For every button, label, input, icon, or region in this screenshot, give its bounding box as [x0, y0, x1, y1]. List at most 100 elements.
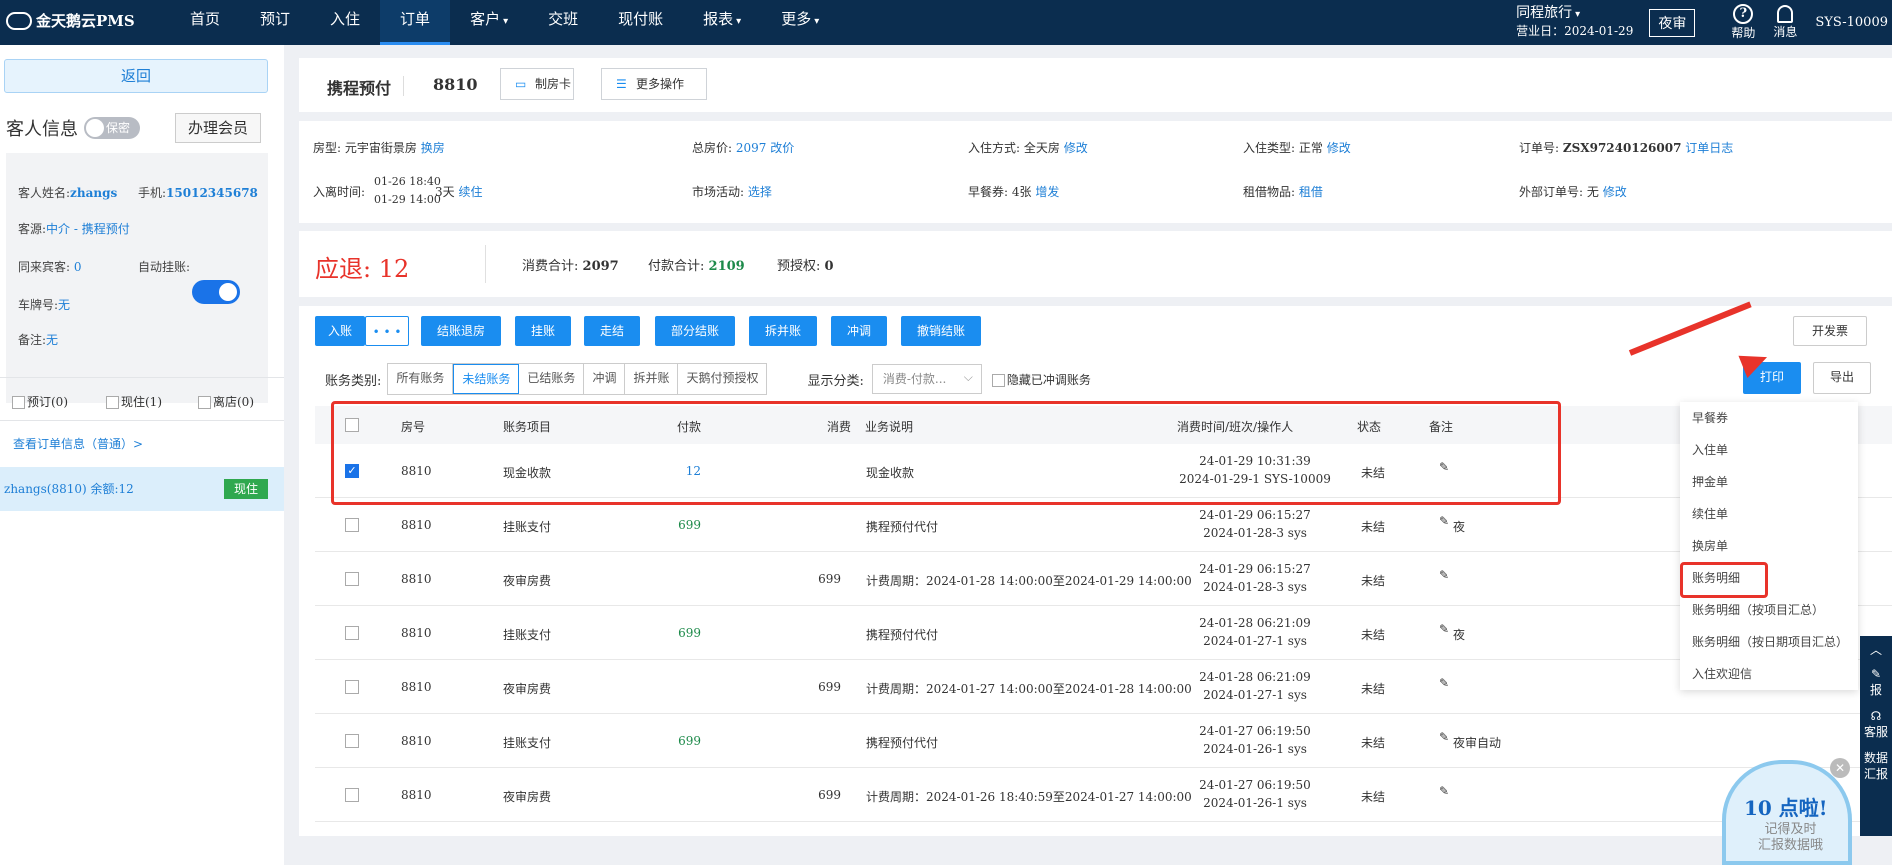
nav-reservation[interactable]: 预订: [240, 0, 310, 45]
invoice-button[interactable]: 开发票: [1793, 316, 1867, 346]
nav-home[interactable]: 首页: [170, 0, 240, 45]
filter-checked-out[interactable]: 离店(0): [198, 393, 254, 410]
close-icon[interactable]: ✕: [1830, 758, 1850, 778]
print-menu-room-change[interactable]: 换房单: [1680, 530, 1858, 562]
guest-name[interactable]: zhangs: [70, 186, 117, 200]
row-checkbox[interactable]: [345, 734, 359, 748]
edit-icon[interactable]: ✎: [1439, 568, 1449, 582]
nav-orders[interactable]: 订单: [380, 0, 451, 45]
auto-charge-toggle[interactable]: [192, 280, 240, 304]
table-row[interactable]: 8810 挂账支付 699 携程预付代付 24-01-27 06:19:50 2024-0…: [315, 714, 1892, 768]
edit-icon[interactable]: ✎: [1439, 514, 1449, 528]
change-room-link[interactable]: 换房: [421, 141, 445, 155]
help-button[interactable]: ? 帮助: [1731, 4, 1755, 41]
category-settled[interactable]: 已结账务: [519, 364, 585, 394]
category-split[interactable]: 拆并账: [625, 364, 679, 394]
guest-room-row[interactable]: zhangs(8810) 余额:12 现住: [0, 467, 284, 511]
edit-icon[interactable]: ✎: [1439, 622, 1449, 636]
table-row[interactable]: 8810 夜审房费 699 计费周期：2024-01-27 14:00:00至2024…: [315, 660, 1892, 714]
display-select[interactable]: 消费-付款...: [871, 363, 982, 394]
change-price-link[interactable]: 改价: [770, 141, 794, 155]
row-checkbox[interactable]: [345, 572, 359, 586]
split-merge-button[interactable]: 拆并账: [749, 316, 817, 346]
extend-stay-link[interactable]: 续住: [458, 185, 482, 199]
reverse-button[interactable]: 冲调: [831, 316, 887, 346]
collapse-up-icon[interactable]: ︿: [1860, 642, 1892, 658]
filter-reserved[interactable]: 预订(0): [12, 393, 68, 410]
membership-button[interactable]: 办理会员: [175, 113, 261, 143]
more-actions-button[interactable]: ☰ 更多操作: [601, 68, 707, 100]
service-tool[interactable]: ☊ 客服: [1860, 708, 1892, 740]
plate-value[interactable]: 无: [58, 298, 70, 312]
data-report-tool[interactable]: 数据汇报: [1860, 750, 1892, 782]
print-menu-deposit[interactable]: 押金单: [1680, 466, 1858, 498]
edit-icon[interactable]: ✎: [1439, 784, 1449, 798]
category-reversed[interactable]: 冲调: [584, 364, 626, 394]
nav-cash-account[interactable]: 现付账: [598, 0, 683, 45]
remark-value[interactable]: 无: [46, 333, 58, 347]
nav-customers[interactable]: 客户 ▾: [450, 0, 528, 45]
category-unsettled[interactable]: 未结账务: [453, 364, 520, 394]
nav-checkin[interactable]: 入住: [310, 0, 380, 45]
filter-checked-in[interactable]: 现住(1): [106, 393, 162, 410]
cell-time: 24-01-28 06:21:09: [1199, 616, 1311, 630]
table-row[interactable]: 8810 挂账支付 699 携程预付代付 24-01-29 06:15:27 2024-0…: [315, 498, 1892, 552]
nav-reports[interactable]: 报表 ▾: [683, 0, 761, 45]
category-all[interactable]: 所有账务: [388, 364, 454, 394]
hide-reversed-option[interactable]: 隐藏已冲调账务: [991, 371, 1091, 388]
edit-icon[interactable]: ✎: [1439, 730, 1449, 744]
edit-checkin-mode-link[interactable]: 修改: [1064, 141, 1088, 155]
edit-external-order-link[interactable]: 修改: [1603, 185, 1627, 199]
row-checkbox[interactable]: [345, 518, 359, 532]
rent-item-link[interactable]: 租借: [1299, 185, 1323, 199]
hotel-selector[interactable]: 同程旅行 ▾ 营业日：2024-01-29: [1516, 5, 1633, 40]
table-row[interactable]: 8810 挂账支付 699 携程预付代付 24-01-28 06:21:09 2024-0…: [315, 606, 1892, 660]
select-market-link[interactable]: 选择: [748, 185, 772, 199]
cancel-checkout-button[interactable]: 撤销结账: [901, 316, 981, 346]
category-preauth[interactable]: 天鹅付预授权: [678, 364, 766, 394]
view-order-link[interactable]: 查看订单信息（普通）>: [13, 435, 143, 452]
post-more-button[interactable]: • • •: [365, 316, 409, 346]
guest-phone[interactable]: 15012345678: [166, 186, 258, 200]
print-menu-checkin-form[interactable]: 入住单: [1680, 434, 1858, 466]
messages-button[interactable]: 消息: [1773, 5, 1797, 40]
edit-checkin-type-link[interactable]: 修改: [1327, 141, 1351, 155]
print-menu-detail-by-date[interactable]: 账务明细（按日期项目汇总）: [1680, 626, 1858, 658]
user-account[interactable]: SYS-10009: [1815, 15, 1888, 30]
checkout-button[interactable]: 结账退房: [421, 316, 501, 346]
export-button[interactable]: 导出: [1813, 362, 1871, 394]
nav-shift[interactable]: 交班: [528, 0, 598, 45]
print-menu-welcome[interactable]: 入住欢迎信: [1680, 658, 1858, 690]
print-menu-extend[interactable]: 续住单: [1680, 498, 1858, 530]
table-row[interactable]: 8810 夜审房费 699 计费周期：2024-01-28 14:00:00至2024…: [315, 552, 1892, 606]
report-tool[interactable]: ✎ 报: [1860, 666, 1892, 698]
row-checkbox[interactable]: [345, 788, 359, 802]
checkbox[interactable]: [106, 396, 119, 409]
checkbox[interactable]: [991, 373, 1005, 387]
nav-more[interactable]: 更多 ▾: [761, 0, 839, 45]
checkbox[interactable]: [12, 396, 25, 409]
partial-checkout-button[interactable]: 部分结账: [655, 316, 735, 346]
night-audit-button[interactable]: 夜审: [1649, 8, 1696, 37]
hang-account-button[interactable]: 挂账: [515, 316, 571, 346]
guest-source[interactable]: 中介 - 携程预付: [46, 222, 130, 236]
row-checkbox[interactable]: [345, 626, 359, 640]
print-menu-breakfast[interactable]: 早餐券: [1680, 402, 1858, 434]
print-menu-detail-by-item[interactable]: 账务明细（按项目汇总）: [1680, 594, 1858, 626]
checkbox[interactable]: [198, 396, 211, 409]
post-charge-button[interactable]: 入账: [315, 316, 365, 346]
companions-count[interactable]: 0: [74, 260, 82, 274]
reminder-popup[interactable]: 10 点啦! 记得及时 汇报数据哦: [1722, 760, 1852, 865]
edit-icon[interactable]: ✎: [1439, 676, 1449, 690]
table-row[interactable]: 8810 夜审房费 699 计费周期：2024-01-26 18:40:59至2024…: [315, 768, 1892, 822]
walk-checkout-button[interactable]: 走结: [584, 316, 640, 346]
app-logo[interactable]: 金天鹅云PMS: [6, 10, 135, 31]
balance-summary: 应退: 12 消费合计: 2097 付款合计: 2109 预授权: 0: [299, 231, 1892, 297]
back-button[interactable]: 返回: [4, 59, 268, 93]
row-checkbox[interactable]: [345, 680, 359, 694]
room-card-button[interactable]: ▭ 制房卡: [500, 68, 574, 100]
issue-breakfast-link[interactable]: 增发: [1035, 185, 1059, 199]
privacy-toggle[interactable]: 保密: [84, 117, 140, 139]
cell-item: 挂账支付: [503, 736, 552, 750]
order-log-link[interactable]: 订单日志: [1685, 141, 1733, 155]
